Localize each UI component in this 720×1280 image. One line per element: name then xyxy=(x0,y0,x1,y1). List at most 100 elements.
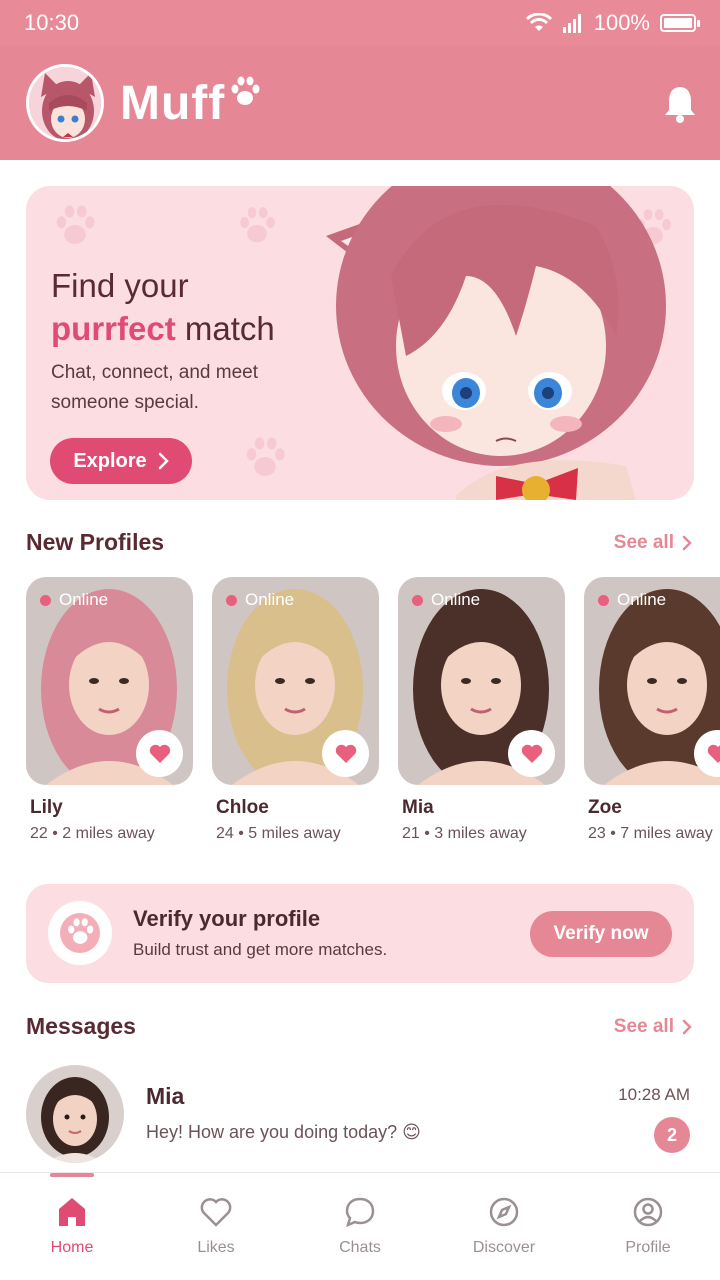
like-button[interactable] xyxy=(508,730,555,777)
heart-icon xyxy=(707,744,720,763)
verify-subtitle: Build trust and get more matches. xyxy=(133,940,388,959)
tab-label: Discover xyxy=(472,1239,536,1256)
messages-title: Messages xyxy=(26,1013,136,1039)
hero-cat-girl-illustration xyxy=(326,186,666,500)
profile-photo: Online xyxy=(398,577,565,785)
tab-home[interactable]: Home xyxy=(0,1173,144,1280)
profile-card[interactable]: Online Mia 21 • 3 miles away xyxy=(398,577,565,843)
explore-button-label: Explore xyxy=(73,449,147,472)
chevron-right-icon xyxy=(158,452,169,470)
active-tab-indicator xyxy=(50,1173,94,1177)
home-icon xyxy=(59,1198,85,1226)
profile-name: Mia xyxy=(402,797,434,818)
verify-now-button[interactable]: Verify now xyxy=(530,911,672,957)
profile-meta: 23 • 7 miles away xyxy=(588,825,713,842)
tab-profile[interactable]: Profile xyxy=(576,1173,720,1280)
heart-icon xyxy=(521,744,542,763)
status-time: 10:30 xyxy=(24,10,80,35)
see-all-label: See all xyxy=(613,1016,674,1037)
battery-fill xyxy=(664,18,692,28)
profile-name: Zoe xyxy=(588,797,622,818)
profile-card[interactable]: Online Zoe 23 • 7 miles away xyxy=(584,577,720,843)
hero-title-rest: match xyxy=(175,310,275,347)
online-label: Online xyxy=(59,590,109,609)
hero-banner: Find your purrfect match Chat, connect, … xyxy=(26,186,694,500)
hero-title-accent: purrfect xyxy=(51,310,176,347)
battery-percent: 100% xyxy=(593,10,650,35)
online-status: Online xyxy=(226,590,294,610)
heart-icon xyxy=(149,744,170,763)
online-dot xyxy=(598,594,609,606)
profile-meta: 24 • 5 miles away xyxy=(216,825,341,842)
profile-card[interactable]: Online Chloe 24 • 5 miles away xyxy=(212,577,379,843)
tab-chats[interactable]: Chats xyxy=(288,1173,432,1280)
message-item[interactable]: Mia Hey! How are you doing today? 😊 10:2… xyxy=(26,1065,694,1165)
online-dot xyxy=(412,594,423,606)
tab-label: Chats xyxy=(339,1239,381,1256)
verify-title: Verify your profile xyxy=(133,906,321,931)
paw-decoration-icon xyxy=(56,205,95,244)
message-time: 10:28 AM xyxy=(618,1085,690,1104)
online-status: Online xyxy=(40,590,108,610)
online-status: Online xyxy=(412,590,480,610)
tab-discover[interactable]: Discover xyxy=(432,1173,576,1280)
app-logo: Muff xyxy=(120,76,263,131)
profile-name: Lily xyxy=(30,797,63,818)
profile-carousel[interactable]: Online Lily 22 • 2 miles away Online Chl… xyxy=(26,577,720,843)
like-button[interactable] xyxy=(322,730,369,777)
heart-icon xyxy=(200,1198,232,1227)
chevron-right-icon xyxy=(682,1019,692,1035)
app-name: Muff xyxy=(120,76,226,130)
message-sender-name: Mia xyxy=(146,1083,185,1109)
hero-title-line2: purrfect match xyxy=(51,307,275,350)
messages-see-all-link[interactable]: See all xyxy=(614,1016,692,1038)
bottom-tab-bar: Home Likes Chats Discover Profile xyxy=(0,1172,720,1280)
notification-bell-icon[interactable] xyxy=(662,84,698,124)
signal-icon xyxy=(562,14,581,33)
anime-cat-girl-avatar-image xyxy=(29,67,101,139)
paw-decoration-icon xyxy=(246,437,285,476)
tab-label: Profile xyxy=(625,1239,671,1256)
online-label: Online xyxy=(617,590,667,609)
status-icons: 100% xyxy=(525,10,700,36)
profile-photo: Online xyxy=(212,577,379,785)
contact-photo-image xyxy=(26,1065,124,1163)
compass-icon xyxy=(489,1197,519,1227)
online-dot xyxy=(40,594,51,606)
online-status: Online xyxy=(598,590,666,610)
heart-icon xyxy=(335,744,356,763)
online-label: Online xyxy=(245,590,295,609)
message-preview: Hey! How are you doing today? 😊 xyxy=(146,1122,421,1142)
new-profiles-title: New Profiles xyxy=(26,529,165,555)
battery-icon xyxy=(660,14,700,32)
see-all-label: See all xyxy=(613,532,674,553)
chevron-right-icon xyxy=(682,535,692,551)
status-bar: 10:30 100% xyxy=(0,0,720,46)
paw-badge-icon xyxy=(48,901,112,965)
online-label: Online xyxy=(431,590,481,609)
unread-count-badge: 2 xyxy=(654,1117,690,1153)
profile-meta: 22 • 2 miles away xyxy=(30,825,155,842)
paw-logo-icon xyxy=(231,76,260,105)
wifi-icon xyxy=(525,13,552,31)
explore-button[interactable]: Explore xyxy=(50,438,192,484)
tab-label: Likes xyxy=(197,1239,235,1256)
new-profiles-see-all-link[interactable]: See all xyxy=(614,532,692,554)
tab-likes[interactable]: Likes xyxy=(144,1173,288,1280)
tab-label: Home xyxy=(50,1239,94,1256)
hero-title: Find your purrfect match xyxy=(51,264,275,350)
user-avatar[interactable] xyxy=(26,64,104,142)
hero-title-line1: Find your xyxy=(51,267,189,304)
profile-photo: Online xyxy=(584,577,720,785)
profile-name: Chloe xyxy=(216,797,269,818)
online-dot xyxy=(226,594,237,606)
user-circle-icon xyxy=(633,1197,663,1227)
message-avatar xyxy=(26,1065,124,1163)
profile-meta: 21 • 3 miles away xyxy=(402,825,527,842)
like-button[interactable] xyxy=(136,730,183,777)
verify-profile-card: Verify your profile Build trust and get … xyxy=(26,884,694,983)
profile-card[interactable]: Online Lily 22 • 2 miles away xyxy=(26,577,193,843)
paw-decoration-icon xyxy=(240,207,275,243)
app-header: Muff xyxy=(0,46,720,160)
profile-photo: Online xyxy=(26,577,193,785)
